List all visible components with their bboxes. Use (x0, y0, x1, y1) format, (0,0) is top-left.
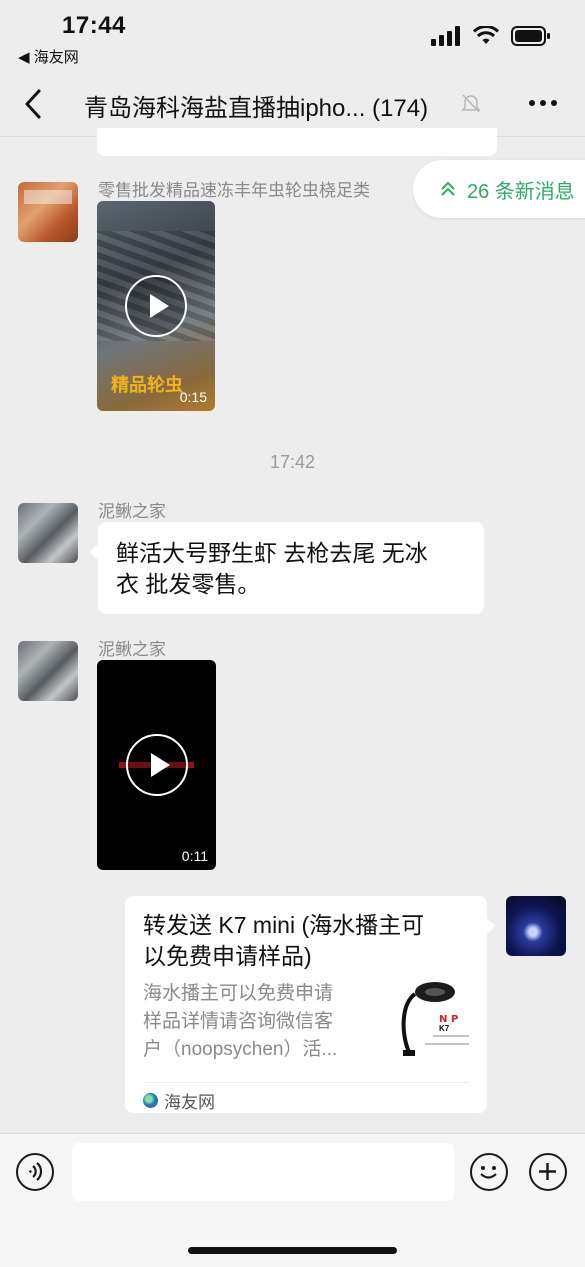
video-duration: 0:11 (181, 848, 208, 864)
link-desc-line: 户（noopsychen）活... (143, 1039, 338, 1060)
svg-text:P: P (451, 1014, 458, 1025)
play-icon[interactable] (125, 275, 187, 337)
more-icon[interactable] (529, 100, 557, 106)
message-text-line: 鲜活大号野生虾 去枪去尾 无冰 (116, 540, 428, 566)
chevron-left-icon[interactable] (20, 88, 48, 120)
battery-icon (511, 26, 550, 46)
plus-icon[interactable] (529, 1153, 567, 1191)
video-message[interactable]: 0:11 (97, 660, 216, 870)
new-messages-button[interactable]: 26 条新消息 (413, 160, 585, 218)
link-title-line: 以免费申请样品) (143, 943, 312, 969)
link-title-line: 转发送 K7 mini (海水播主可 (143, 912, 425, 938)
previous-message-bubble[interactable] (97, 128, 497, 156)
video-duration: 0:15 (179, 389, 207, 405)
link-card[interactable]: 转发送 K7 mini (海水播主可 以免费申请样品) 海水播主可以免费申请 样… (125, 896, 495, 1113)
avatar[interactable] (506, 896, 566, 956)
text-message-bubble[interactable]: 鲜活大号野生虾 去枪去尾 无冰 衣 批发零售。 (90, 522, 484, 614)
bell-slash-icon (461, 94, 481, 113)
lamp-image-icon: N P (401, 982, 469, 1056)
video-message[interactable]: 精品轮虫 0:15 (97, 201, 215, 411)
status-time: 17:44 (62, 12, 126, 39)
signal-icon (431, 26, 460, 46)
sender-name: 泥鳅之家 (98, 640, 166, 659)
voice-icon[interactable] (16, 1153, 54, 1191)
video-caption: 精品轮虫 (111, 375, 183, 395)
message-text-line: 衣 批发零售。 (116, 571, 261, 597)
wifi-icon (473, 26, 499, 44)
thumb-brand: K7 (439, 1024, 450, 1033)
new-messages-label: 26 条新消息 (467, 180, 575, 203)
avatar[interactable] (18, 503, 78, 563)
play-icon[interactable] (125, 734, 188, 796)
source-logo-icon (143, 1093, 158, 1108)
status-icons (431, 26, 551, 46)
sender-name: 零售批发精品速冻丰年虫轮虫桡足类 (98, 181, 370, 200)
sender-name: 泥鳅之家 (98, 502, 166, 521)
link-desc-line: 样品详情请咨询微信客 (143, 1011, 334, 1032)
time-separator: 17:42 (269, 452, 316, 472)
message-input[interactable] (72, 1143, 454, 1201)
home-indicator[interactable] (188, 1247, 397, 1254)
avatar[interactable] (18, 182, 78, 242)
double-chevron-up-icon (441, 181, 455, 196)
link-thumbnail: N P K7 (395, 978, 471, 1060)
back-to-app-link[interactable]: ◀ 海友网 (18, 46, 79, 67)
chat-title: 青岛海科海盐直播抽ipho... (174) (84, 95, 429, 122)
link-desc-line: 海水播主可以免费申请 (143, 983, 334, 1004)
avatar[interactable] (18, 641, 78, 701)
emoji-icon[interactable] (470, 1153, 508, 1191)
link-source: 海友网 (164, 1093, 215, 1112)
